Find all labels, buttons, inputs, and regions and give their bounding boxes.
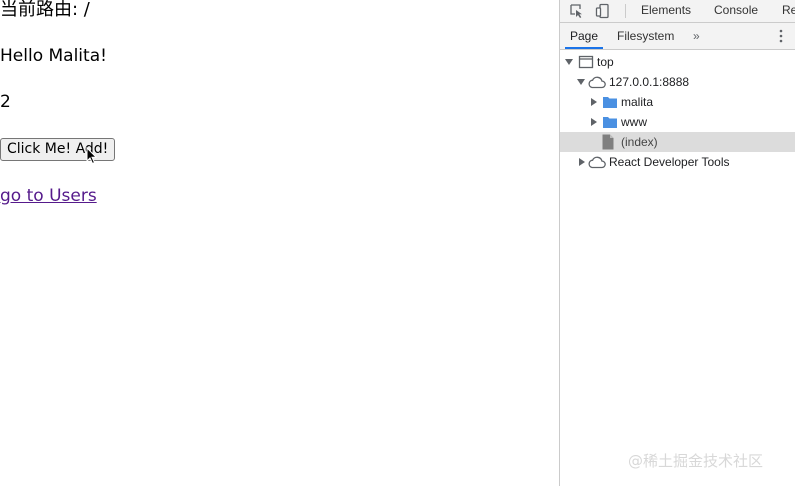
tree-row-index[interactable]: (index) xyxy=(560,132,795,152)
device-toolbar-icon[interactable] xyxy=(595,3,611,19)
tab-elements[interactable]: Elements xyxy=(641,0,691,22)
tree-label-origin: 127.0.0.1:8888 xyxy=(609,75,690,89)
cloud-icon xyxy=(588,156,606,169)
subtab-page[interactable]: Page xyxy=(565,23,604,49)
more-tabs-icon[interactable]: » xyxy=(693,29,700,43)
tree-row-top[interactable]: top xyxy=(560,52,795,72)
tree-label-react-devtools: React Developer Tools xyxy=(609,155,730,169)
counter-value: 2 xyxy=(0,92,11,112)
tree-row-origin[interactable]: 127.0.0.1:8888 xyxy=(560,72,795,92)
greeting-text: Hello Malita! xyxy=(0,46,107,66)
file-icon xyxy=(602,134,614,150)
toolbar-separator xyxy=(625,4,626,18)
mouse-cursor-icon xyxy=(86,147,98,165)
tree-label-www: www xyxy=(621,115,647,129)
expanded-arrow-icon[interactable] xyxy=(577,78,585,86)
devtools-toolbar: Elements Console Re xyxy=(560,0,795,23)
tab-recorder[interactable]: Re xyxy=(782,0,795,22)
current-route-text: 当前路由: / xyxy=(0,0,90,21)
watermark-text: @稀土掘金技术社区 xyxy=(628,452,764,470)
tree-row-malita[interactable]: malita xyxy=(560,92,795,112)
tree-label-malita: malita xyxy=(621,95,654,109)
folder-icon xyxy=(603,97,617,108)
route-value: / xyxy=(83,0,90,20)
collapsed-arrow-icon[interactable] xyxy=(578,158,586,166)
sources-sidebar-tabs: Page Filesystem » xyxy=(560,23,795,50)
route-prefix: 当前路由: xyxy=(0,0,84,20)
collapsed-arrow-icon[interactable] xyxy=(590,118,598,126)
collapsed-arrow-icon[interactable] xyxy=(590,98,598,106)
tree-label-index: (index) xyxy=(621,135,658,149)
tree-label-top: top xyxy=(597,55,614,69)
app-page: 当前路由: / Hello Malita! 2 Click Me! Add! g… xyxy=(0,0,559,486)
devtools-panel: Elements Console Re Page Filesystem » to… xyxy=(559,0,795,486)
tab-console[interactable]: Console xyxy=(714,0,758,22)
tree-row-react-devtools[interactable]: React Developer Tools xyxy=(560,152,795,172)
go-to-users-link[interactable]: go to Users xyxy=(0,185,97,207)
subtab-filesystem[interactable]: Filesystem xyxy=(617,23,674,49)
folder-icon xyxy=(603,117,617,128)
tree-row-www[interactable]: www xyxy=(560,112,795,132)
expanded-arrow-icon[interactable] xyxy=(565,58,573,66)
cloud-icon xyxy=(588,76,606,89)
inspect-element-icon[interactable] xyxy=(569,3,585,19)
kebab-menu-icon[interactable] xyxy=(779,29,783,43)
frame-icon xyxy=(578,55,594,69)
